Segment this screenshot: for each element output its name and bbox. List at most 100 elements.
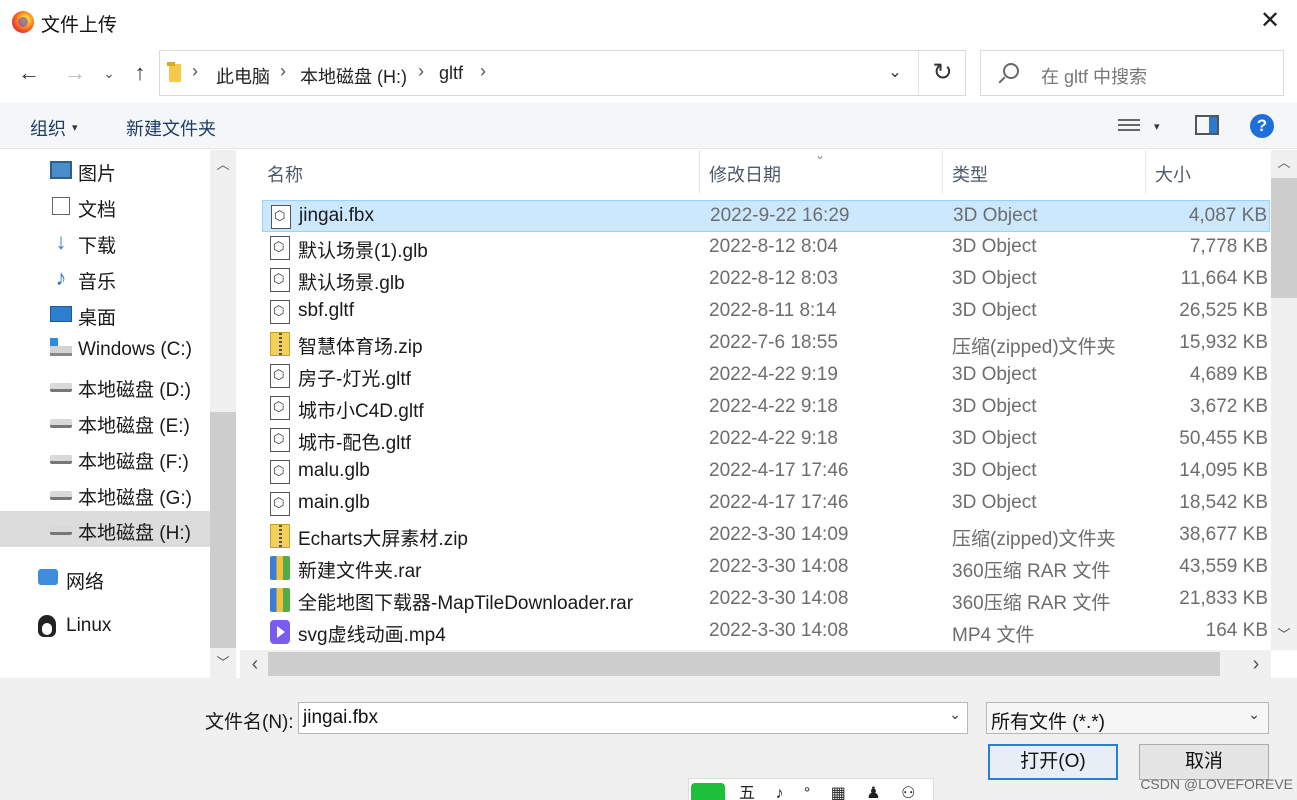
sidebar-item-drive-c[interactable]: Windows (C:): [0, 332, 210, 368]
scroll-right-icon[interactable]: ›: [1243, 651, 1269, 677]
sidebar-item-linux[interactable]: Linux: [0, 608, 210, 644]
breadcrumb-separator-icon[interactable]: ›: [280, 61, 286, 82]
scroll-down-icon[interactable]: ﹀: [210, 650, 236, 676]
sidebar-item-label: 本地磁盘 (H:): [78, 523, 191, 544]
column-header-date[interactable]: 修改日期: [709, 150, 781, 194]
back-arrow-icon[interactable]: ←: [14, 58, 44, 88]
file-row[interactable]: Echarts大屏素材.zip 2022-3-30 14:09 压缩(zipped)…: [262, 520, 1270, 552]
file-type: 3D Object: [952, 460, 1037, 481]
open-button[interactable]: 打开(O): [988, 744, 1118, 780]
file-row[interactable]: 城市小C4D.gltf 2022-4-22 9:18 3D Object 3,672 …: [262, 392, 1270, 424]
help-icon[interactable]: ?: [1250, 114, 1274, 138]
file-date: 2022-4-22 9:18: [709, 428, 838, 449]
ime-logo-icon: [691, 783, 725, 800]
column-header-size[interactable]: 大小: [1155, 150, 1191, 194]
scroll-down-icon[interactable]: ﹀: [1271, 622, 1297, 648]
sidebar-item-pictures[interactable]: 图片: [0, 152, 210, 188]
sidebar-item-downloads[interactable]: ↓ 下载: [0, 224, 210, 260]
sidebar-item-network[interactable]: 网络: [0, 560, 210, 596]
file-row[interactable]: jingai.fbx 2022-9-22 16:29 3D Object 4,087 …: [262, 200, 1270, 232]
ime-status-icons: 五 ♪ ° ▦ ♟ ⚇: [739, 785, 924, 800]
linux-penguin-icon: [38, 615, 56, 637]
sidebar-item-drive-g[interactable]: 本地磁盘 (G:): [0, 476, 210, 512]
sidebar-item-music[interactable]: ♪ 音乐: [0, 260, 210, 296]
file-row[interactable]: svg虚线动画.mp4 2022-3-30 14:08 MP4 文件 164 KB: [262, 616, 1270, 648]
file-size: 15,932 KB: [1179, 332, 1268, 353]
scroll-left-icon[interactable]: ‹: [242, 651, 268, 677]
sidebar-item-label: 本地磁盘 (D:): [78, 380, 191, 401]
3d-object-icon: [270, 364, 290, 388]
sidebar-item-drive-e[interactable]: 本地磁盘 (E:): [0, 404, 210, 440]
breadcrumb-drive-h[interactable]: 本地磁盘 (H:): [300, 63, 407, 89]
watermark: CSDN @LOVEFOREVE: [1140, 776, 1293, 792]
up-arrow-icon[interactable]: ↑: [125, 58, 155, 88]
column-divider[interactable]: [1145, 150, 1146, 194]
column-divider[interactable]: [942, 150, 943, 194]
3d-object-icon: [270, 492, 290, 516]
file-row[interactable]: 城市-配色.gltf 2022-4-22 9:18 3D Object 50,455 …: [262, 424, 1270, 456]
file-size: 18,542 KB: [1179, 492, 1268, 513]
vertical-scroll-thumb[interactable]: [1271, 178, 1297, 298]
column-header-name[interactable]: 名称: [267, 150, 303, 194]
file-row[interactable]: 新建文件夹.rar 2022-3-30 14:08 360压缩 RAR 文件 43,5…: [262, 552, 1270, 584]
sidebar-item-documents[interactable]: 文档: [0, 188, 210, 224]
file-row[interactable]: main.glb 2022-4-17 17:46 3D Object 18,542 K…: [262, 488, 1270, 520]
breadcrumb-separator-icon[interactable]: ›: [418, 61, 424, 82]
address-dropdown-chevron-icon[interactable]: ⌄: [880, 60, 910, 86]
preview-pane-icon[interactable]: [1195, 115, 1219, 135]
sidebar-scroll-thumb[interactable]: [210, 412, 236, 648]
file-row[interactable]: 房子-灯光.gltf 2022-4-22 9:19 3D Object 4,689 K…: [262, 360, 1270, 392]
scroll-up-icon[interactable]: ︿: [210, 152, 236, 178]
file-size: 38,677 KB: [1179, 524, 1268, 545]
sidebar-item-drive-f[interactable]: 本地磁盘 (F:): [0, 440, 210, 476]
3d-object-icon: [270, 268, 290, 292]
search-input[interactable]: 在 gltf 中搜索: [980, 50, 1284, 96]
file-list-vertical-scrollbar[interactable]: ︿ ﹀: [1271, 150, 1297, 650]
file-size: 3,672 KB: [1189, 396, 1268, 417]
file-date: 2022-8-12 8:04: [709, 236, 838, 257]
file-row[interactable]: malu.glb 2022-4-17 17:46 3D Object 14,095 K…: [262, 456, 1270, 488]
close-icon[interactable]: ✕: [1257, 8, 1283, 34]
file-type: 3D Object: [952, 268, 1037, 289]
scroll-up-icon[interactable]: ︿: [1271, 150, 1297, 176]
filename-dropdown-chevron-icon[interactable]: ⌄: [949, 706, 961, 723]
3d-object-icon: [270, 428, 290, 452]
recent-locations-chevron-icon[interactable]: ⌄: [97, 58, 121, 88]
breadcrumb-separator-icon[interactable]: ›: [192, 61, 198, 82]
address-bar[interactable]: › 此电脑 › 本地磁盘 (H:) › gltf › ⌄ ↻: [159, 50, 966, 96]
organize-button[interactable]: 组织: [30, 115, 66, 141]
file-type: 压缩(zipped)文件夹: [952, 337, 1116, 358]
file-name: 默认场景(1).glb: [298, 241, 428, 262]
sidebar-item-desktop[interactable]: 桌面: [0, 296, 210, 332]
ime-toolbar[interactable]: 五 ♪ ° ▦ ♟ ⚇: [688, 778, 934, 800]
filename-input[interactable]: jingai.fbx ⌄: [298, 702, 968, 734]
cancel-button[interactable]: 取消: [1139, 744, 1269, 780]
file-type-select[interactable]: 所有文件 (*.*) ⌄: [986, 702, 1269, 734]
view-options-caret-icon[interactable]: ▾: [1154, 120, 1160, 133]
file-list-horizontal-scrollbar[interactable]: ‹ ›: [240, 650, 1271, 678]
breadcrumb-gltf[interactable]: gltf: [439, 63, 463, 84]
file-row[interactable]: 默认场景.glb 2022-8-12 8:03 3D Object 11,664 KB: [262, 264, 1270, 296]
file-row[interactable]: 全能地图下载器-MapTileDownloader.rar 2022-3-30 1…: [262, 584, 1270, 616]
file-name: 默认场景.glb: [298, 273, 405, 294]
breadcrumb-this-pc[interactable]: 此电脑: [216, 63, 270, 89]
file-size: 21,833 KB: [1179, 588, 1268, 609]
file-row[interactable]: 默认场景(1).glb 2022-8-12 8:04 3D Object 7,778 …: [262, 232, 1270, 264]
view-details-icon[interactable]: [1118, 116, 1140, 136]
column-divider[interactable]: [699, 150, 700, 194]
sidebar-item-label: Windows (C:): [78, 339, 193, 360]
column-header-type[interactable]: 类型: [952, 150, 988, 194]
file-type-chevron-icon[interactable]: ⌄: [1248, 706, 1260, 723]
sidebar-scrollbar[interactable]: ︿ ﹀: [210, 150, 236, 678]
file-row[interactable]: 智慧体育场.zip 2022-7-6 18:55 压缩(zipped)文件夹 15,9…: [262, 328, 1270, 360]
zip-folder-icon: [270, 332, 290, 356]
refresh-icon[interactable]: ↻: [918, 51, 966, 95]
horizontal-scroll-thumb[interactable]: [268, 652, 1220, 676]
new-folder-button[interactable]: 新建文件夹: [126, 115, 216, 141]
organize-caret-icon[interactable]: ▾: [72, 121, 78, 134]
sidebar-item-drive-d[interactable]: 本地磁盘 (D:): [0, 368, 210, 404]
documents-icon: [52, 197, 70, 215]
file-row[interactable]: sbf.gltf 2022-8-11 8:14 3D Object 26,525 KB: [262, 296, 1270, 328]
sidebar-item-drive-h[interactable]: 本地磁盘 (H:): [0, 511, 210, 547]
breadcrumb-separator-icon[interactable]: ›: [480, 61, 486, 82]
